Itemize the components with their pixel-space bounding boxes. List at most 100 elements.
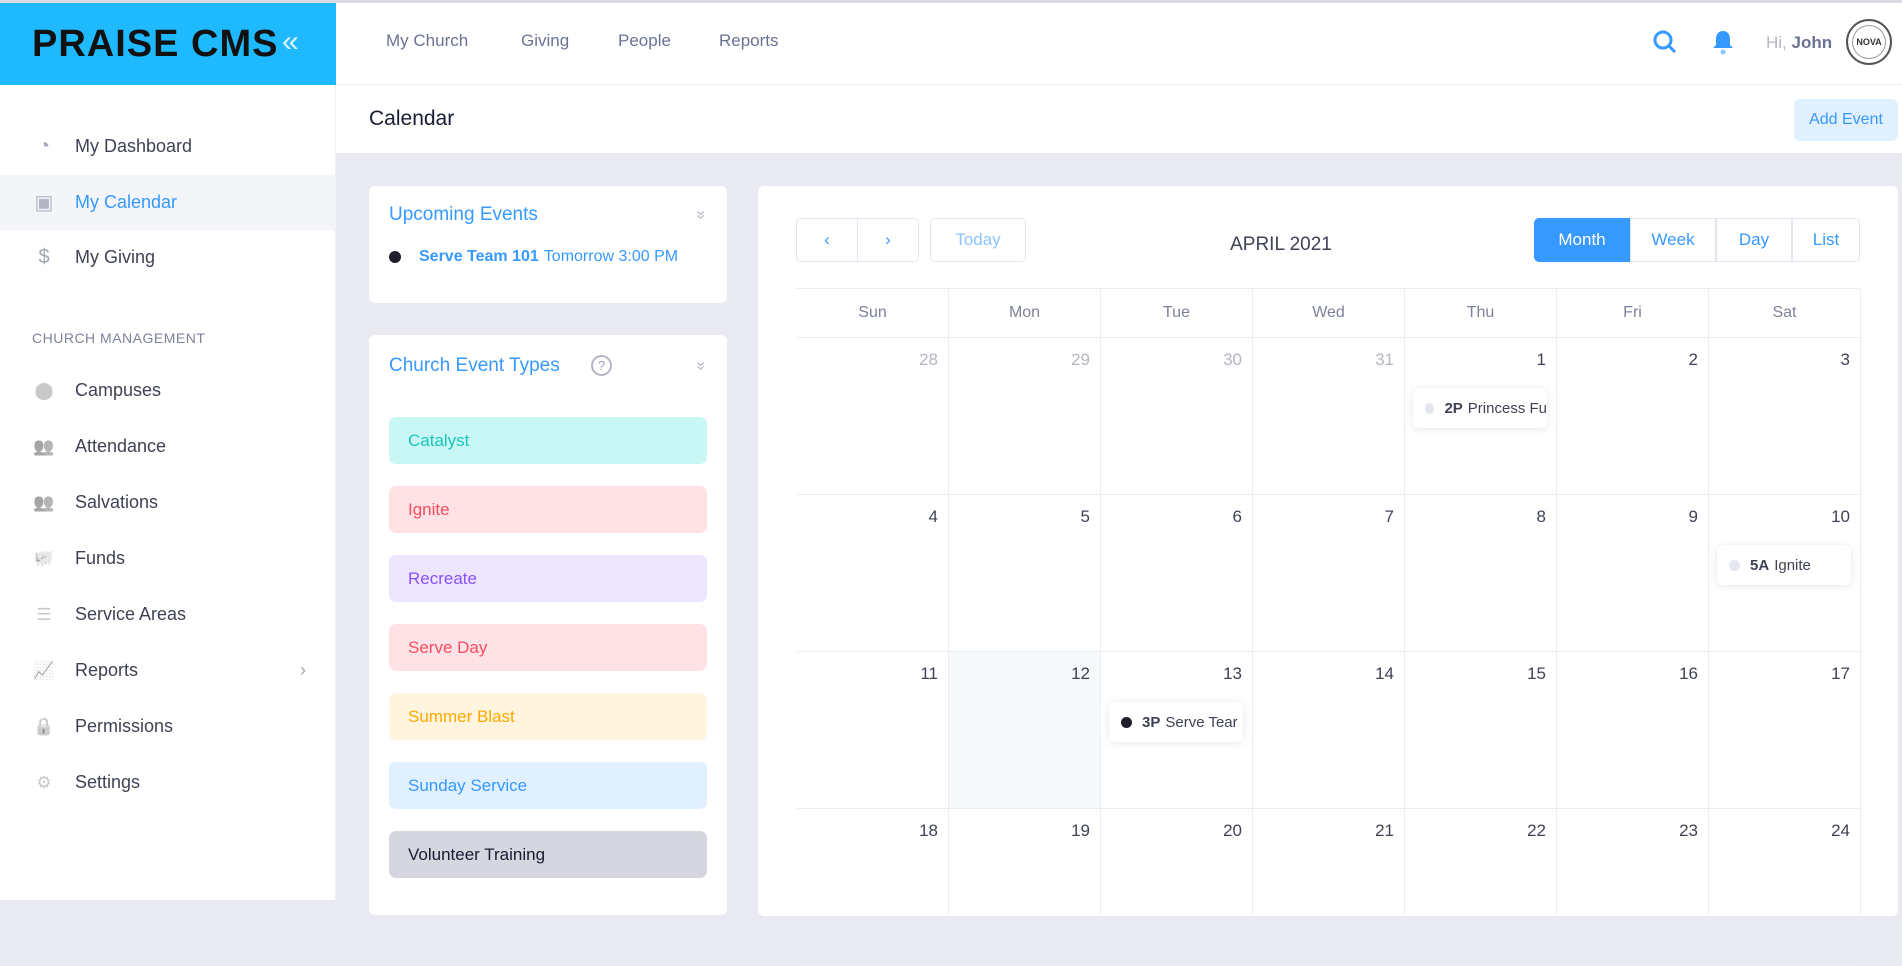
day-number: 5 <box>1080 507 1090 526</box>
calendar-title: APRIL 2021 <box>1230 234 1332 255</box>
day-cell[interactable]: 21 <box>1253 809 1405 966</box>
day-number: 30 <box>1223 350 1242 369</box>
weekday-header: Mon <box>949 289 1101 338</box>
day-cell[interactable]: 20 <box>1101 809 1253 966</box>
bell-icon[interactable] <box>1711 29 1735 62</box>
piggy-bank-icon: 🐖 <box>33 548 55 568</box>
sidebar-item-reports[interactable]: 📈 Reports › <box>0 643 336 698</box>
day-cell[interactable]: 30 <box>1101 338 1253 495</box>
view-week-button[interactable]: Week <box>1630 218 1716 262</box>
day-cell[interactable]: 16 <box>1557 652 1709 809</box>
sidebar-item-salvations[interactable]: 👥 Salvations <box>0 475 336 530</box>
day-cell[interactable]: 6 <box>1101 495 1253 652</box>
day-cell[interactable]: 14 <box>1253 652 1405 809</box>
event-type-serve-day[interactable]: Serve Day <box>389 624 707 671</box>
sidebar-item-service-areas[interactable]: ☰ Service Areas <box>0 587 336 642</box>
users-icon: 👥 <box>33 492 55 512</box>
nav-my-church[interactable]: My Church <box>386 31 468 51</box>
next-month-button[interactable]: › <box>857 218 919 262</box>
day-cell[interactable]: 23 <box>1557 809 1709 966</box>
sidebar-item-permissions[interactable]: 🔒 Permissions <box>0 699 336 754</box>
day-cell[interactable]: 1 2P Princess Fu <box>1405 338 1557 495</box>
sidebar-item-my-giving[interactable]: $ My Giving <box>0 230 336 285</box>
sidebar: CHURCH MANAGEMENT ◔ My Dashboard ▣ My Calen… <box>0 85 336 900</box>
event-type-sunday-service[interactable]: Sunday Service <box>389 762 707 809</box>
day-cell[interactable]: 17 <box>1709 652 1861 809</box>
day-number: 29 <box>1071 350 1090 369</box>
sidebar-item-label: Attendance <box>75 436 167 456</box>
sidebar-item-attendance[interactable]: 👥 Attendance <box>0 419 336 474</box>
event-type-catalyst[interactable]: Catalyst <box>389 417 707 464</box>
day-cell[interactable]: 8 <box>1405 495 1557 652</box>
day-number: 2 <box>1688 350 1698 369</box>
day-cell[interactable]: 28 <box>797 338 949 495</box>
day-cell[interactable]: 11 <box>797 652 949 809</box>
event-time: 2P <box>1444 399 1463 417</box>
praise-cms-logo[interactable]: PRAISE CMS <box>32 23 278 66</box>
chevron-right-icon[interactable]: › <box>300 660 306 681</box>
event-chip[interactable]: 3P Serve Tear <box>1109 702 1243 742</box>
day-cell[interactable]: 10 5A Ignite <box>1709 495 1861 652</box>
top-border <box>0 0 1902 3</box>
day-cell[interactable]: 2 <box>1557 338 1709 495</box>
page-title: Calendar <box>369 107 455 130</box>
day-cell[interactable]: 7 <box>1253 495 1405 652</box>
event-title: Serve Tear <box>1165 713 1238 731</box>
event-name: Serve Team 101 <box>419 248 539 265</box>
event-chip[interactable]: 2P Princess Fu <box>1413 388 1547 428</box>
event-chip[interactable]: 5A Ignite <box>1717 545 1851 585</box>
event-type-ignite[interactable]: Ignite <box>389 486 707 533</box>
dollar-icon: $ <box>38 246 50 268</box>
top-header: My Church Giving People Reports Hi, John… <box>336 3 1902 85</box>
event-dot-icon <box>389 251 401 263</box>
view-day-button[interactable]: Day <box>1716 218 1792 262</box>
sidebar-item-label: Campuses <box>75 380 162 400</box>
sidebar-item-my-calendar[interactable]: ▣ My Calendar <box>0 175 336 230</box>
sidebar-item-my-dashboard[interactable]: ◔ My Dashboard <box>0 119 336 174</box>
day-cell[interactable]: 22 <box>1405 809 1557 966</box>
prev-month-button[interactable]: ‹ <box>796 218 858 262</box>
day-cell[interactable]: 29 <box>949 338 1101 495</box>
weekday-header: Sun <box>797 289 949 338</box>
nav-giving[interactable]: Giving <box>521 31 569 51</box>
view-list-button[interactable]: List <box>1792 218 1860 262</box>
day-cell[interactable]: 12 <box>949 652 1101 809</box>
collapse-chevron-icon[interactable]: » <box>692 362 710 371</box>
today-button[interactable]: Today <box>930 218 1026 262</box>
day-cell[interactable]: 13 3P Serve Tear <box>1101 652 1253 809</box>
event-type-recreate[interactable]: Recreate <box>389 555 707 602</box>
day-cell[interactable]: 4 <box>797 495 949 652</box>
day-cell[interactable]: 3 <box>1709 338 1861 495</box>
view-month-button[interactable]: Month <box>1534 218 1630 262</box>
day-cell[interactable]: 31 <box>1253 338 1405 495</box>
add-event-button[interactable]: Add Event <box>1794 99 1898 141</box>
sidebar-item-campuses[interactable]: ⬤ Campuses <box>0 363 336 418</box>
sidebar-item-funds[interactable]: 🐖 Funds <box>0 531 336 586</box>
day-cell[interactable]: 15 <box>1405 652 1557 809</box>
day-cell[interactable]: 24 <box>1709 809 1861 966</box>
map-pin-icon: ⬤ <box>34 380 54 400</box>
collapse-chevron-icon[interactable]: » <box>692 211 710 220</box>
nav-people[interactable]: People <box>618 31 671 51</box>
event-type-summer-blast[interactable]: Summer Blast <box>389 693 707 740</box>
weekday-header: Wed <box>1253 289 1405 338</box>
help-icon[interactable]: ? <box>591 355 612 376</box>
weekday-header: Thu <box>1405 289 1557 338</box>
upcoming-events-card: Upcoming Events » Serve Team 101 Tomorro… <box>369 186 727 303</box>
page-header: Calendar Add Event <box>336 85 1902 153</box>
day-cell[interactable]: 9 <box>1557 495 1709 652</box>
day-cell[interactable]: 18 <box>797 809 949 966</box>
sidebar-item-settings[interactable]: ⚙ Settings <box>0 755 336 810</box>
day-cell[interactable]: 5 <box>949 495 1101 652</box>
event-types-title: Church Event Types <box>389 355 560 376</box>
avatar[interactable]: NOVA <box>1846 19 1892 65</box>
upcoming-event-item[interactable]: Serve Team 101 Tomorrow 3:00 PM <box>389 248 678 266</box>
nav-reports[interactable]: Reports <box>719 31 779 51</box>
search-icon[interactable] <box>1652 29 1678 62</box>
collapse-sidebar-icon[interactable]: « <box>282 25 299 59</box>
day-number: 3 <box>1840 350 1850 369</box>
user-name: John <box>1791 33 1833 52</box>
event-type-volunteer-training[interactable]: Volunteer Training <box>389 831 707 878</box>
chart-icon: 📈 <box>33 660 55 680</box>
day-cell[interactable]: 19 <box>949 809 1101 966</box>
